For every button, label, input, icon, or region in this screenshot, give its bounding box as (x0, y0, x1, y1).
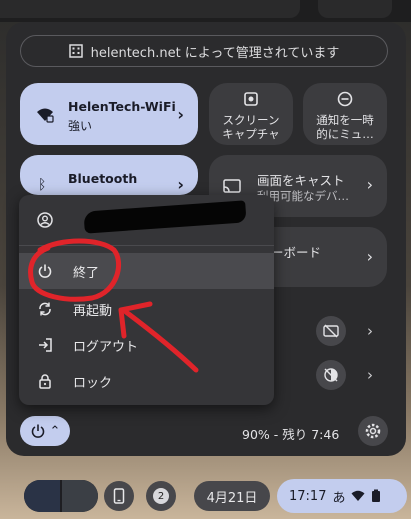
chevron-right-icon[interactable]: › (367, 322, 373, 340)
logout-icon (37, 337, 53, 353)
account-circle-icon (37, 212, 53, 228)
chevron-right-icon: › (366, 247, 373, 266)
menu-item-label: ログアウト (73, 339, 139, 355)
do-not-disturb-tile[interactable]: 通知を一時 的にミュ… (303, 83, 387, 145)
menu-item-lock[interactable]: ロック (19, 363, 274, 399)
bluetooth-icon: ᛒ (38, 177, 47, 193)
chevron-right-icon: › (177, 175, 184, 194)
phone-hub-button[interactable] (104, 481, 134, 511)
wifi-signal-strength: 強い (68, 119, 93, 133)
menu-item-label: 再起動 (73, 303, 113, 319)
screen-capture-label-1: スクリーン (222, 113, 280, 127)
menu-item-label: ロック (73, 375, 113, 391)
menu-item-restart[interactable]: 再起動 (19, 291, 274, 327)
window-frame (318, 0, 392, 18)
wifi-network-name: HelenTech-WiFi (68, 99, 176, 114)
caption-toggle-button[interactable] (316, 316, 346, 346)
closed-caption-off-icon (323, 324, 339, 338)
night-light-toggle-button[interactable] (316, 360, 346, 390)
lock-icon (37, 373, 53, 389)
restart-icon (37, 301, 53, 317)
gear-icon (365, 423, 381, 439)
window-preview (62, 480, 98, 512)
power-menu-button[interactable]: ⌃ (20, 416, 70, 446)
wifi-icon (351, 490, 365, 501)
cast-title: 画面をキャスト (257, 173, 345, 188)
window-preview (24, 480, 60, 512)
wifi-lock-icon (37, 108, 54, 123)
do-not-disturb-icon (337, 91, 353, 107)
app-window-thumbnail[interactable] (24, 480, 98, 512)
screen-capture-label-2: キャプチャ (222, 127, 280, 141)
chevron-up-icon: ⌃ (49, 423, 61, 439)
window-top-strip (0, 0, 411, 22)
status-area-button[interactable]: 17:17 あ (277, 479, 407, 513)
phone-icon (113, 488, 125, 504)
menu-item-logout[interactable]: ログアウト (19, 327, 274, 363)
window-frame (0, 0, 300, 18)
cast-icon (223, 179, 241, 193)
screen-capture-icon (244, 92, 258, 106)
chevron-right-icon: › (366, 175, 373, 194)
do-not-disturb-label-2: 的にミュ… (316, 127, 374, 141)
managed-device-banner[interactable]: helentech.net によって管理されています (20, 35, 388, 67)
notification-counter-button[interactable]: 2 (146, 481, 176, 511)
menu-item-shutdown[interactable]: 終了 (19, 253, 274, 289)
brightness-off-icon (324, 368, 338, 382)
bluetooth-label: Bluetooth (68, 171, 138, 186)
bluetooth-tile[interactable]: ᛒ Bluetooth › (20, 155, 198, 195)
power-icon (37, 263, 53, 279)
do-not-disturb-label-1: 通知を一時 (316, 113, 374, 127)
date-tray-button[interactable]: 4月21日 (194, 481, 270, 511)
time-label: 17:17 (289, 488, 327, 504)
building-icon (68, 44, 83, 58)
keyboard-label: ーボード (271, 245, 322, 260)
battery-icon (372, 489, 381, 502)
managed-text: helentech.net によって管理されています (90, 45, 340, 61)
notification-count: 2 (153, 488, 169, 504)
screen-capture-tile[interactable]: スクリーン キャプチャ (209, 83, 293, 145)
account-row (19, 195, 274, 246)
chevron-right-icon: › (177, 105, 184, 124)
redacted-account-email (83, 200, 247, 234)
battery-status: 90% - 残り 7:46 (242, 427, 340, 442)
power-menu: 終了 再起動 ログアウト ロック (19, 195, 274, 405)
chevron-right-icon[interactable]: › (367, 366, 373, 384)
ime-indicator: あ (332, 490, 346, 506)
date-label: 4月21日 (206, 490, 258, 506)
wifi-tile[interactable]: HelenTech-WiFi 強い › (20, 83, 198, 145)
settings-button[interactable] (358, 416, 388, 446)
menu-item-label: 終了 (73, 265, 100, 281)
power-icon (31, 424, 44, 438)
